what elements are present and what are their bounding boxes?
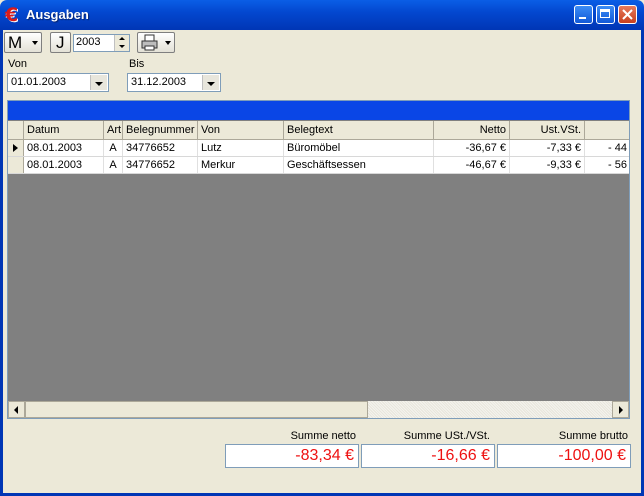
to-date-value: 31.12.2003 [131,76,187,88]
table-row[interactable]: 08.01.2003 A 34776652 Merkur Geschäftses… [8,157,629,174]
cell-ust[interactable]: -7,33 € [510,140,585,156]
from-date-picker[interactable]: 01.01.2003 [7,73,109,92]
to-label: Bis [129,58,145,70]
sum-brutto-label: Summe brutto [558,430,628,442]
chevron-down-icon [32,41,38,45]
printer-icon [141,34,158,51]
row-selector[interactable] [8,157,24,173]
scroll-track[interactable] [368,401,612,418]
chevron-down-icon[interactable] [202,75,219,90]
maximize-button[interactable] [596,5,615,24]
month-button-label: M [8,33,23,52]
col-von[interactable]: Von [198,121,284,139]
to-date-picker[interactable]: 31.12.2003 [127,73,221,92]
expenses-grid[interactable]: Datum Art Belegnummer Von Belegtext Nett… [7,100,630,419]
arrow-up-icon [119,37,125,40]
cell-brutto[interactable]: - 56 [585,157,629,173]
from-label: Von [8,58,27,70]
cell-netto[interactable]: -46,67 € [434,157,510,173]
sum-brutto-field: -100,00 € [497,444,631,468]
col-brutto[interactable] [585,121,629,139]
euro-icon: € [5,4,19,26]
minimize-icon [579,17,586,19]
cell-belegnummer[interactable]: 34776652 [123,140,198,156]
title-bar[interactable]: € Ausgaben [0,0,644,30]
scroll-left-button[interactable] [8,401,25,418]
month-dropdown-button[interactable]: M [4,32,42,53]
col-art[interactable]: Art [104,121,123,139]
cell-von[interactable]: Lutz [198,140,284,156]
cell-datum[interactable]: 08.01.2003 [24,157,104,173]
cell-belegtext[interactable]: Geschäftsessen [284,157,434,173]
window-title: Ausgaben [26,7,89,22]
cell-belegnummer[interactable]: 34776652 [123,157,198,173]
sum-ust-field: -16,66 € [361,444,495,468]
arrow-down-icon [119,45,125,48]
sum-netto-label: Summe netto [290,430,356,442]
col-belegtext[interactable]: Belegtext [284,121,434,139]
close-icon [622,9,633,20]
cell-netto[interactable]: -36,67 € [434,140,510,156]
table-row[interactable]: 08.01.2003 A 34776652 Lutz Büromöbel -36… [8,140,629,157]
maximize-icon [600,9,610,18]
col-belegnummer[interactable]: Belegnummer [123,121,198,139]
scroll-right-button[interactable] [612,401,629,418]
cell-datum[interactable]: 08.01.2003 [24,140,104,156]
cell-art[interactable]: A [104,157,123,173]
sum-netto-field: -83,34 € [225,444,359,468]
cell-von[interactable]: Merkur [198,157,284,173]
print-button[interactable] [137,32,175,53]
col-ust[interactable]: Ust.VSt. [510,121,585,139]
cell-art[interactable]: A [104,140,123,156]
year-value[interactable]: 2003 [76,36,100,48]
chevron-down-icon[interactable] [90,75,107,90]
sum-ust-label: Summe USt./VSt. [403,430,490,442]
year-button[interactable]: J [50,32,71,53]
row-selector[interactable] [8,140,24,156]
close-button[interactable] [618,5,637,24]
from-date-value: 01.01.2003 [11,76,67,88]
col-datum[interactable]: Datum [24,121,104,139]
col-netto[interactable]: Netto [434,121,510,139]
spin-down-button[interactable] [114,43,129,51]
year-button-label: J [56,33,65,52]
grid-header: Datum Art Belegnummer Von Belegtext Nett… [8,121,629,140]
arrow-left-icon [14,406,18,414]
year-spinner[interactable]: 2003 [73,34,130,52]
scroll-thumb[interactable] [25,401,368,418]
row-selector-header [8,121,24,139]
horizontal-scrollbar[interactable] [8,401,629,418]
cell-ust[interactable]: -9,33 € [510,157,585,173]
cell-belegtext[interactable]: Büromöbel [284,140,434,156]
chevron-down-icon [165,41,171,45]
arrow-right-icon [619,406,623,414]
group-header-bar [8,101,629,120]
current-row-icon [13,144,18,152]
minimize-button[interactable] [574,5,593,24]
cell-brutto[interactable]: - 44 [585,140,629,156]
